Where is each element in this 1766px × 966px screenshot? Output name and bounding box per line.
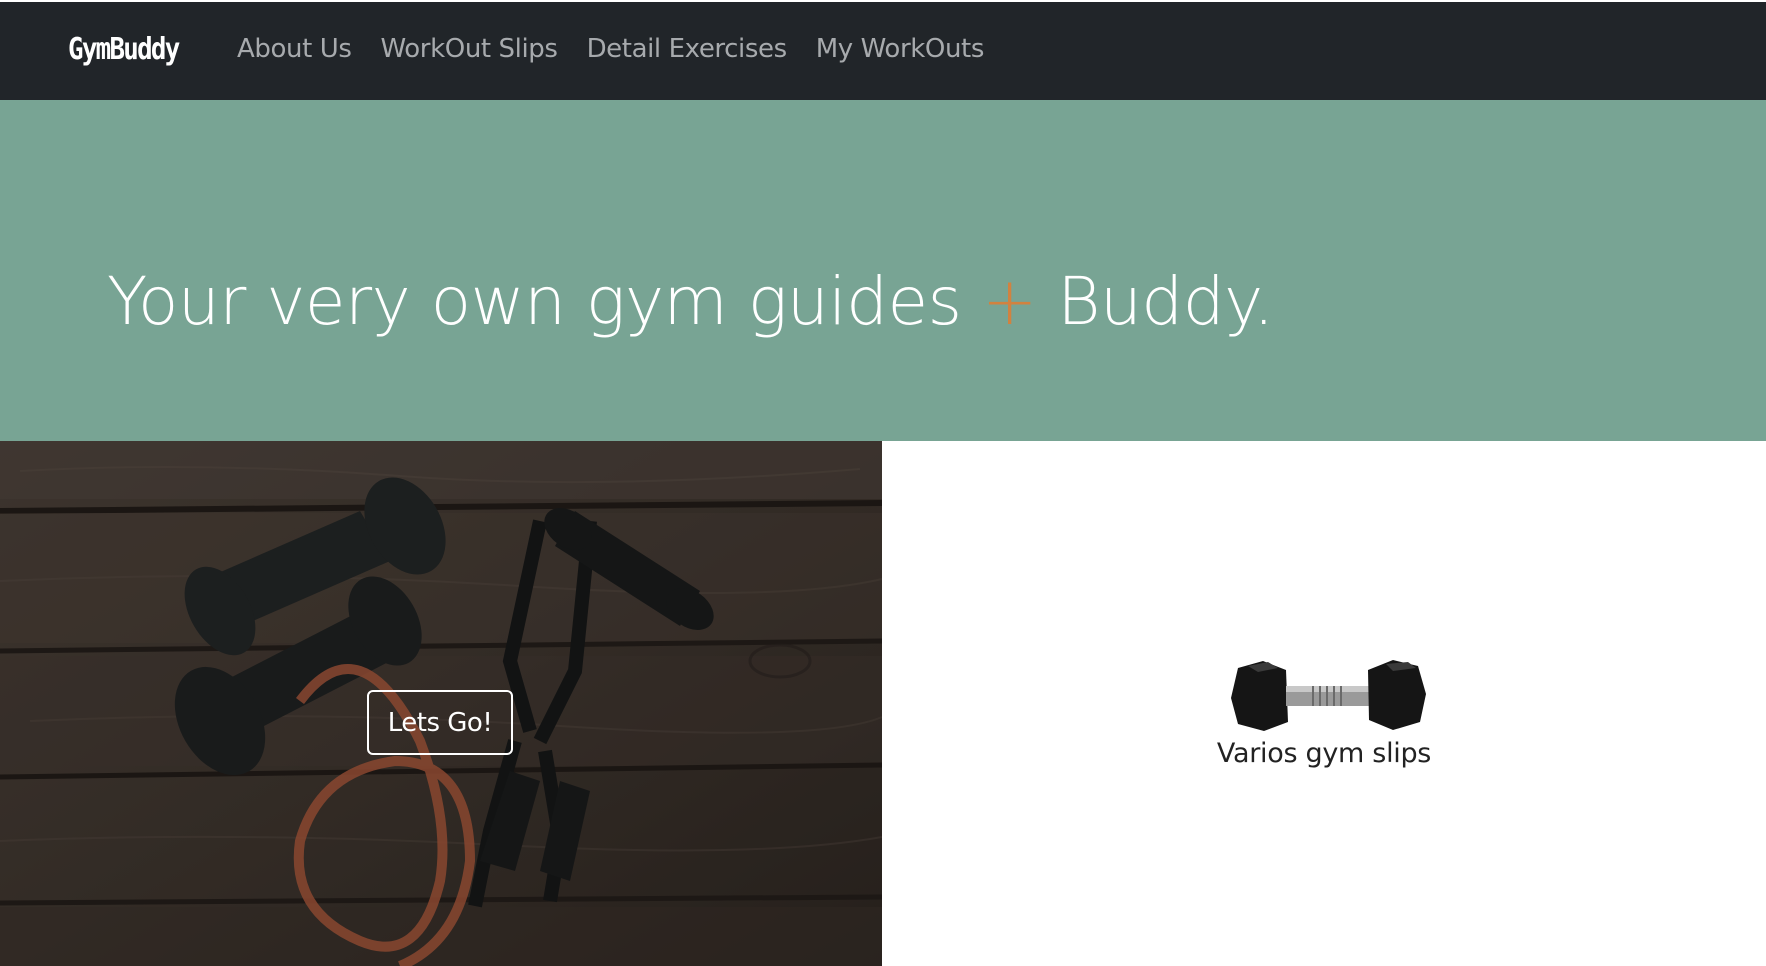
hero-title-plus: + <box>981 263 1037 340</box>
navbar: GymBuddy About Us WorkOut Slips Detail E… <box>0 2 1766 100</box>
dumbbell-icon[interactable] <box>1228 658 1428 734</box>
lets-go-button[interactable]: Lets Go! <box>367 690 513 755</box>
nav-links: About Us WorkOut Slips Detail Exercises … <box>237 34 1013 64</box>
hero-title-part1: Your very own gym guides <box>107 263 982 340</box>
hero-banner: Your very own gym guides + Buddy. <box>0 100 1766 441</box>
hero-title: Your very own gym guides + Buddy. <box>107 263 1274 340</box>
nav-link-detail-exercises[interactable]: Detail Exercises <box>587 34 788 64</box>
brand-logo[interactable]: GymBuddy <box>68 32 180 67</box>
nav-link-workout-slips[interactable]: WorkOut Slips <box>381 34 558 64</box>
nav-link-my-workouts[interactable]: My WorkOuts <box>816 34 985 64</box>
workout-slips-panel: Varios gym slips <box>882 441 1766 966</box>
nav-link-about-us[interactable]: About Us <box>237 34 352 64</box>
hero-title-part2: Buddy. <box>1036 263 1274 340</box>
slips-caption[interactable]: Varios gym slips <box>882 738 1766 769</box>
